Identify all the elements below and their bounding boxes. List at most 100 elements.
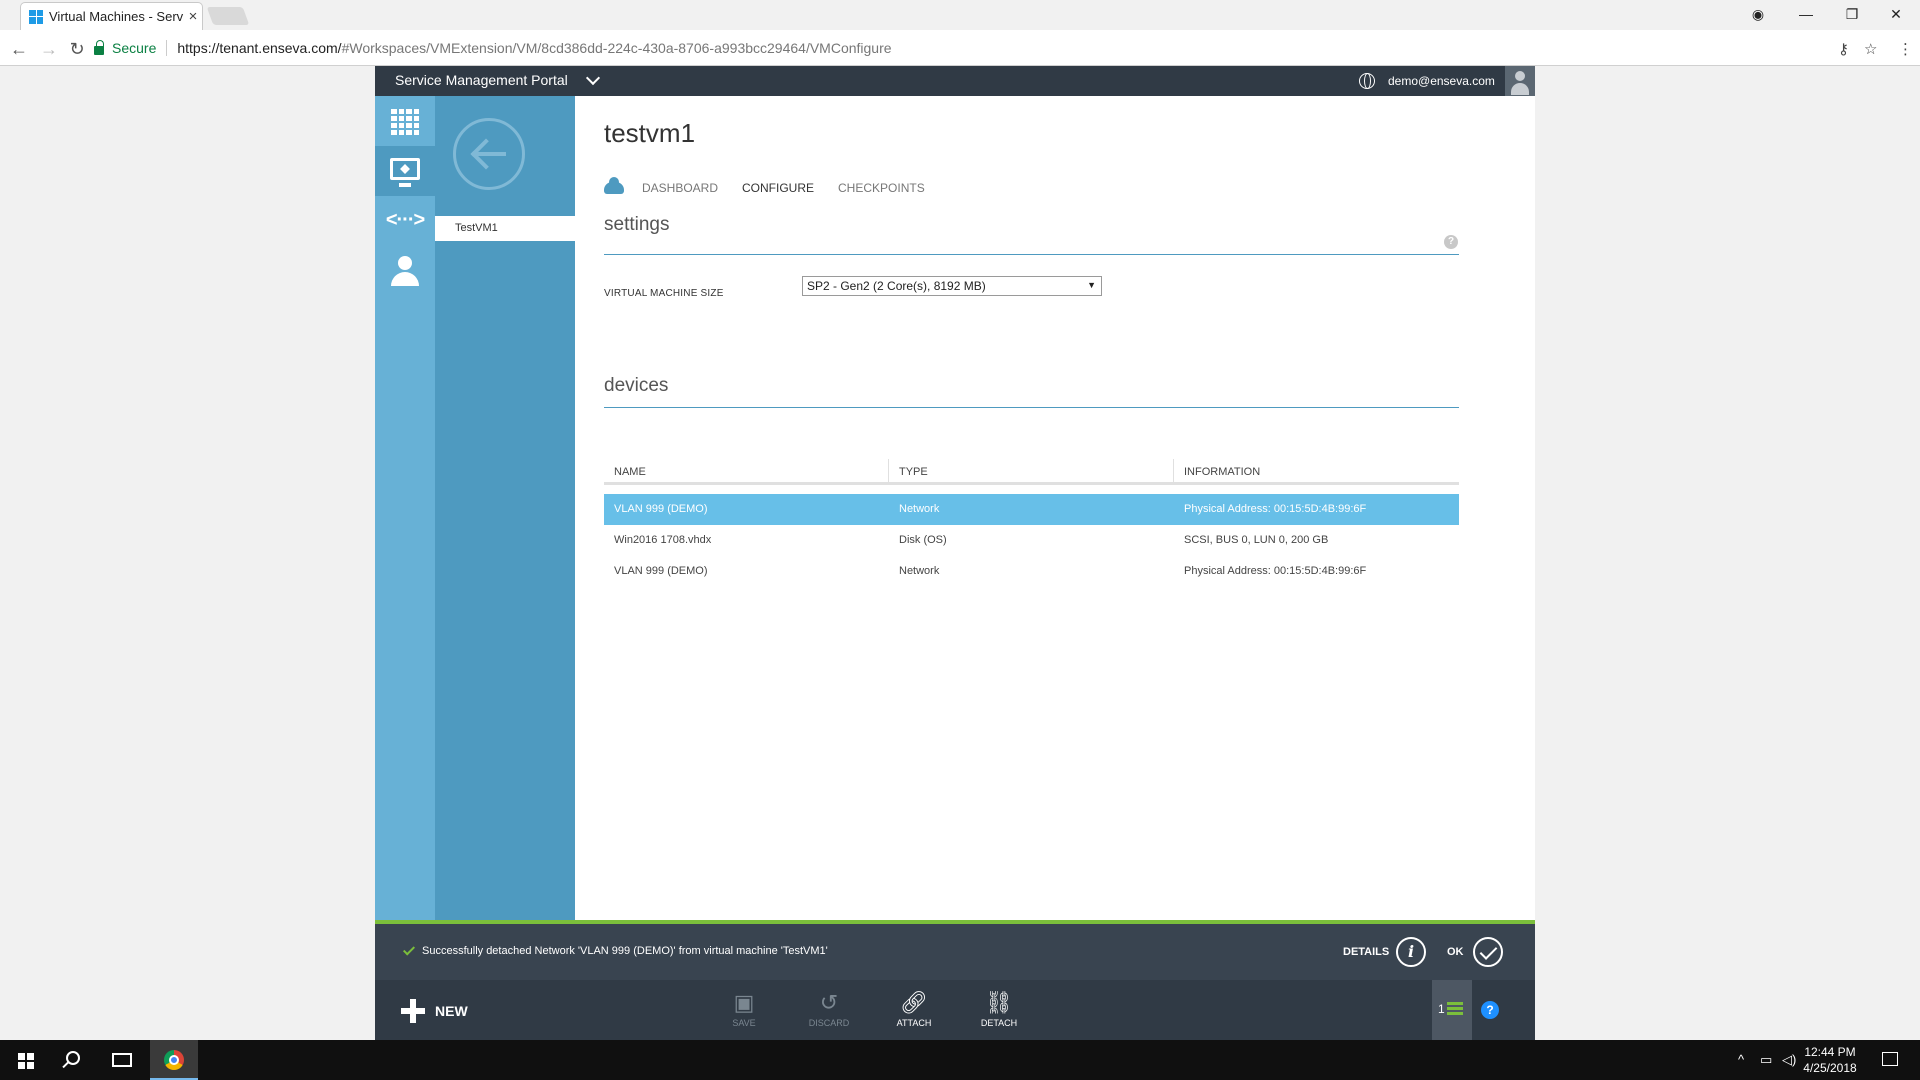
details-label[interactable]: DETAILS — [1343, 946, 1389, 958]
devices-table: NAME TYPE INFORMATION VLAN 999 (DEMO) Ne… — [604, 459, 1459, 587]
plus-icon — [401, 999, 425, 1023]
back-circle-icon[interactable] — [453, 118, 525, 190]
clock[interactable]: 12:44 PM 4/25/2018 — [1795, 1044, 1865, 1076]
globe-icon[interactable] — [1359, 73, 1375, 89]
user-email[interactable]: demo@enseva.com — [1388, 74, 1495, 88]
undo-icon: ↺ — [819, 990, 839, 1015]
device-type: Network — [899, 503, 940, 515]
forward-arrow-icon[interactable]: → — [38, 38, 60, 60]
list-icon — [1447, 1002, 1463, 1016]
detach-label: DETACH — [980, 1018, 1018, 1028]
table-row[interactable]: VLAN 999 (DEMO) Network Physical Address… — [604, 494, 1459, 525]
notification-bar: Successfully detached Network 'VLAN 999 … — [375, 924, 1535, 980]
link-icon: 🔗︎ — [900, 990, 928, 1015]
virtual-machines-nav[interactable] — [375, 146, 435, 196]
browser-tab[interactable]: Virtual Machines - Servic × — [20, 2, 203, 30]
back-arrow-icon[interactable]: ← — [8, 38, 30, 60]
close-window-button[interactable]: ✕ — [1876, 2, 1916, 26]
person-icon — [391, 256, 419, 288]
url-text: https://tenant.enseva.com/#Workspaces/VM… — [177, 40, 891, 56]
url-path: #Workspaces/VMExtension/VM/8cd386dd-224c… — [341, 40, 892, 56]
menu-dots-icon[interactable]: ⋮ — [1898, 40, 1913, 58]
chevron-up-icon[interactable]: ^ — [1738, 1052, 1744, 1067]
browser-tabstrip: Virtual Machines - Servic × ◉ — ❐ ✕ — [0, 0, 1920, 30]
vm-size-select[interactable]: SP2 - Gen2 (2 Core(s), 8192 MB) ▼ — [802, 276, 1102, 296]
broken-link-icon: ⛓ — [985, 990, 1013, 1015]
vm-list-item[interactable]: TestVM1 — [435, 216, 575, 241]
help-icon[interactable]: ? — [1444, 235, 1458, 249]
bookmark-star-icon[interactable]: ☆ — [1864, 40, 1877, 58]
avatar[interactable] — [1505, 66, 1535, 96]
action-center-icon[interactable] — [1882, 1052, 1898, 1066]
chrome-icon — [164, 1050, 184, 1070]
tab-configure[interactable]: CONFIGURE — [742, 181, 814, 195]
device-info: SCSI, BUS 0, LUN 0, 200 GB — [1184, 534, 1329, 546]
device-name: Win2016 1708.vhdx — [614, 534, 712, 546]
new-button[interactable]: NEW — [401, 998, 468, 1024]
clock-date: 4/25/2018 — [1803, 1061, 1857, 1075]
cloud-icon — [604, 177, 624, 194]
vm-tabs: DASHBOARD CONFIGURE CHECKPOINTS — [604, 177, 949, 198]
task-view-icon[interactable] — [112, 1053, 132, 1067]
new-tab-button[interactable] — [206, 7, 250, 25]
column-header-information[interactable]: INFORMATION — [1174, 459, 1459, 482]
key-icon[interactable]: ⚷ — [1838, 40, 1849, 58]
attach-button[interactable]: 🔗︎ ATTACH — [884, 990, 944, 1028]
chrome-taskbar-button[interactable] — [150, 1040, 198, 1080]
column-header-type[interactable]: TYPE — [889, 459, 1174, 482]
tab-dashboard[interactable]: DASHBOARD — [642, 181, 718, 195]
taskbar: ^ ▭ ◁) 12:44 PM 4/25/2018 — [0, 1040, 1920, 1080]
table-row[interactable]: Win2016 1708.vhdx Disk (OS) SCSI, BUS 0,… — [604, 525, 1459, 556]
column-header-name[interactable]: NAME — [604, 459, 889, 482]
browser-toolbar: ← → ↻ Secure https://tenant.enseva.com/#… — [0, 30, 1920, 66]
reload-icon[interactable]: ↻ — [66, 38, 88, 60]
url-base: https://tenant.enseva.com/ — [177, 40, 342, 56]
service-nav: <···> — [375, 96, 435, 920]
command-bar: NEW ▣ SAVE ↺ DISCARD 🔗︎ ATTACH ⛓ DETACH … — [375, 980, 1535, 1040]
search-icon[interactable] — [66, 1051, 80, 1065]
table-row[interactable]: VLAN 999 (DEMO) Network Physical Address… — [604, 556, 1459, 587]
windows-favicon-icon — [29, 9, 43, 24]
windows-start-icon[interactable] — [18, 1053, 34, 1069]
table-header: NAME TYPE INFORMATION — [604, 459, 1459, 485]
device-info: Physical Address: 00:15:5D:4B:99:6F — [1184, 565, 1367, 577]
device-info: Physical Address: 00:15:5D:4B:99:6F — [1184, 503, 1367, 515]
dropdown-arrow-icon: ▼ — [1087, 280, 1096, 290]
save-label: SAVE — [732, 1018, 756, 1028]
portal-brand[interactable]: Service Management Portal — [395, 72, 568, 88]
minimize-button[interactable]: — — [1786, 2, 1826, 26]
attach-label: ATTACH — [896, 1018, 932, 1028]
tab-close-icon[interactable]: × — [184, 8, 202, 25]
save-icon: ▣ — [733, 990, 755, 1015]
success-check-icon — [402, 943, 416, 956]
device-type: Disk (OS) — [899, 534, 947, 546]
network-icon: <···> — [385, 209, 425, 231]
tab-checkpoints[interactable]: CHECKPOINTS — [838, 181, 925, 195]
address-bar[interactable]: Secure https://tenant.enseva.com/#Worksp… — [94, 34, 1838, 62]
chevron-down-icon[interactable] — [585, 70, 601, 86]
profile-icon[interactable]: ◉ — [1738, 2, 1778, 26]
save-button[interactable]: ▣ SAVE — [714, 990, 774, 1028]
notifications-button[interactable]: 1 — [1432, 980, 1472, 1040]
browser-tab-title: Virtual Machines - Servic — [49, 9, 184, 24]
device-name: VLAN 999 (DEMO) — [614, 503, 708, 515]
network-tray-icon[interactable]: ▭ — [1760, 1052, 1772, 1068]
info-icon[interactable]: i — [1396, 937, 1426, 967]
notification-message: Successfully detached Network 'VLAN 999 … — [422, 945, 828, 957]
ok-label[interactable]: OK — [1447, 946, 1464, 958]
discard-button[interactable]: ↺ DISCARD — [799, 990, 859, 1028]
devices-heading: devices — [604, 375, 669, 396]
vm-list-panel: TestVM1 — [435, 96, 575, 920]
portal-window: Service Management Portal demo@enseva.co… — [375, 66, 1535, 1040]
secure-label: Secure — [112, 40, 157, 56]
my-account-nav[interactable] — [375, 246, 435, 296]
vm-size-value: SP2 - Gen2 (2 Core(s), 8192 MB) — [807, 279, 986, 293]
device-type: Network — [899, 565, 940, 577]
detach-button[interactable]: ⛓ DETACH — [969, 990, 1029, 1028]
networks-nav[interactable]: <···> — [375, 196, 435, 246]
all-items-nav[interactable] — [375, 96, 435, 146]
page-title: testvm1 — [604, 118, 696, 148]
ok-check-icon[interactable] — [1473, 937, 1503, 967]
help-button[interactable]: ? — [1481, 1001, 1499, 1019]
restore-button[interactable]: ❐ — [1832, 2, 1872, 26]
